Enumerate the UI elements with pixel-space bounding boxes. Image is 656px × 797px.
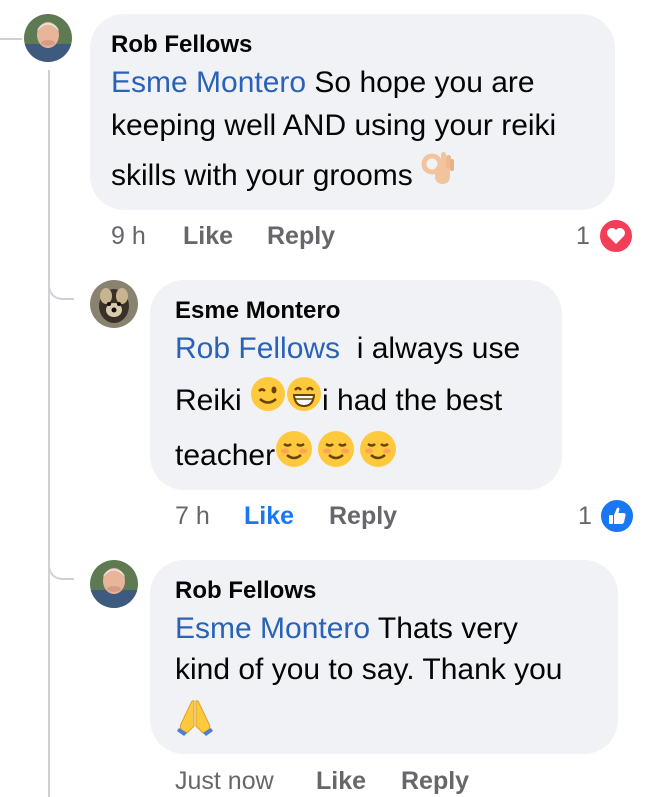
reply-button[interactable]: Reply [401, 767, 469, 796]
comment-text-line: keeping well AND using your reiki [111, 109, 557, 142]
avatar[interactable] [90, 280, 138, 328]
reaction-count[interactable]: 1 [578, 502, 592, 531]
mention-link[interactable]: Esme Montero [111, 66, 306, 99]
rob-avatar-image [24, 14, 72, 62]
thread-line-vertical [48, 70, 50, 797]
avatar[interactable] [24, 14, 72, 62]
comment-timestamp[interactable]: 9 h [111, 222, 146, 251]
rob-avatar-image [90, 560, 138, 608]
thumbs-up-reaction-icon[interactable] [599, 498, 635, 534]
comment-text: Rob Fellows i always use [175, 332, 521, 365]
thread-branch-1 [48, 270, 74, 300]
comment-text-line: kind of you to say. Thank you [175, 653, 563, 686]
comment-text-line: Reiki i had the best [175, 376, 502, 428]
comment-timestamp[interactable]: Just now [175, 767, 274, 796]
comment-text-line: teacher [175, 430, 397, 484]
comment-text-line: skills with your grooms [111, 150, 455, 204]
like-button[interactable]: Like [183, 222, 233, 251]
like-button[interactable]: Like [316, 767, 366, 796]
reply-button[interactable]: Reply [267, 222, 335, 251]
comment-author[interactable]: Rob Fellows [175, 577, 316, 605]
esme-avatar-image [90, 280, 138, 328]
thread-branch-2 [48, 550, 74, 580]
smiling-face-emoji-icon [359, 430, 397, 484]
reply-button[interactable]: Reply [329, 502, 397, 531]
winking-face-emoji-icon [250, 376, 286, 428]
comment-author[interactable]: Esme Montero [175, 297, 340, 325]
love-reaction-icon[interactable] [598, 218, 634, 254]
smiling-face-emoji-icon [275, 430, 313, 484]
folded-hands-emoji-icon [175, 698, 215, 741]
comment-author[interactable]: Rob Fellows [111, 31, 252, 59]
mention-link[interactable]: Rob Fellows [175, 332, 340, 365]
thread-line-top [0, 38, 22, 40]
mention-link[interactable]: Esme Montero [175, 612, 370, 645]
smiling-face-emoji-icon [317, 430, 355, 484]
reaction-count[interactable]: 1 [576, 222, 590, 251]
grinning-face-emoji-icon [286, 376, 322, 428]
comment-timestamp[interactable]: 7 h [175, 502, 210, 531]
like-button[interactable]: Like [244, 502, 294, 531]
ok-hand-emoji-icon [421, 150, 455, 204]
avatar[interactable] [90, 560, 138, 608]
